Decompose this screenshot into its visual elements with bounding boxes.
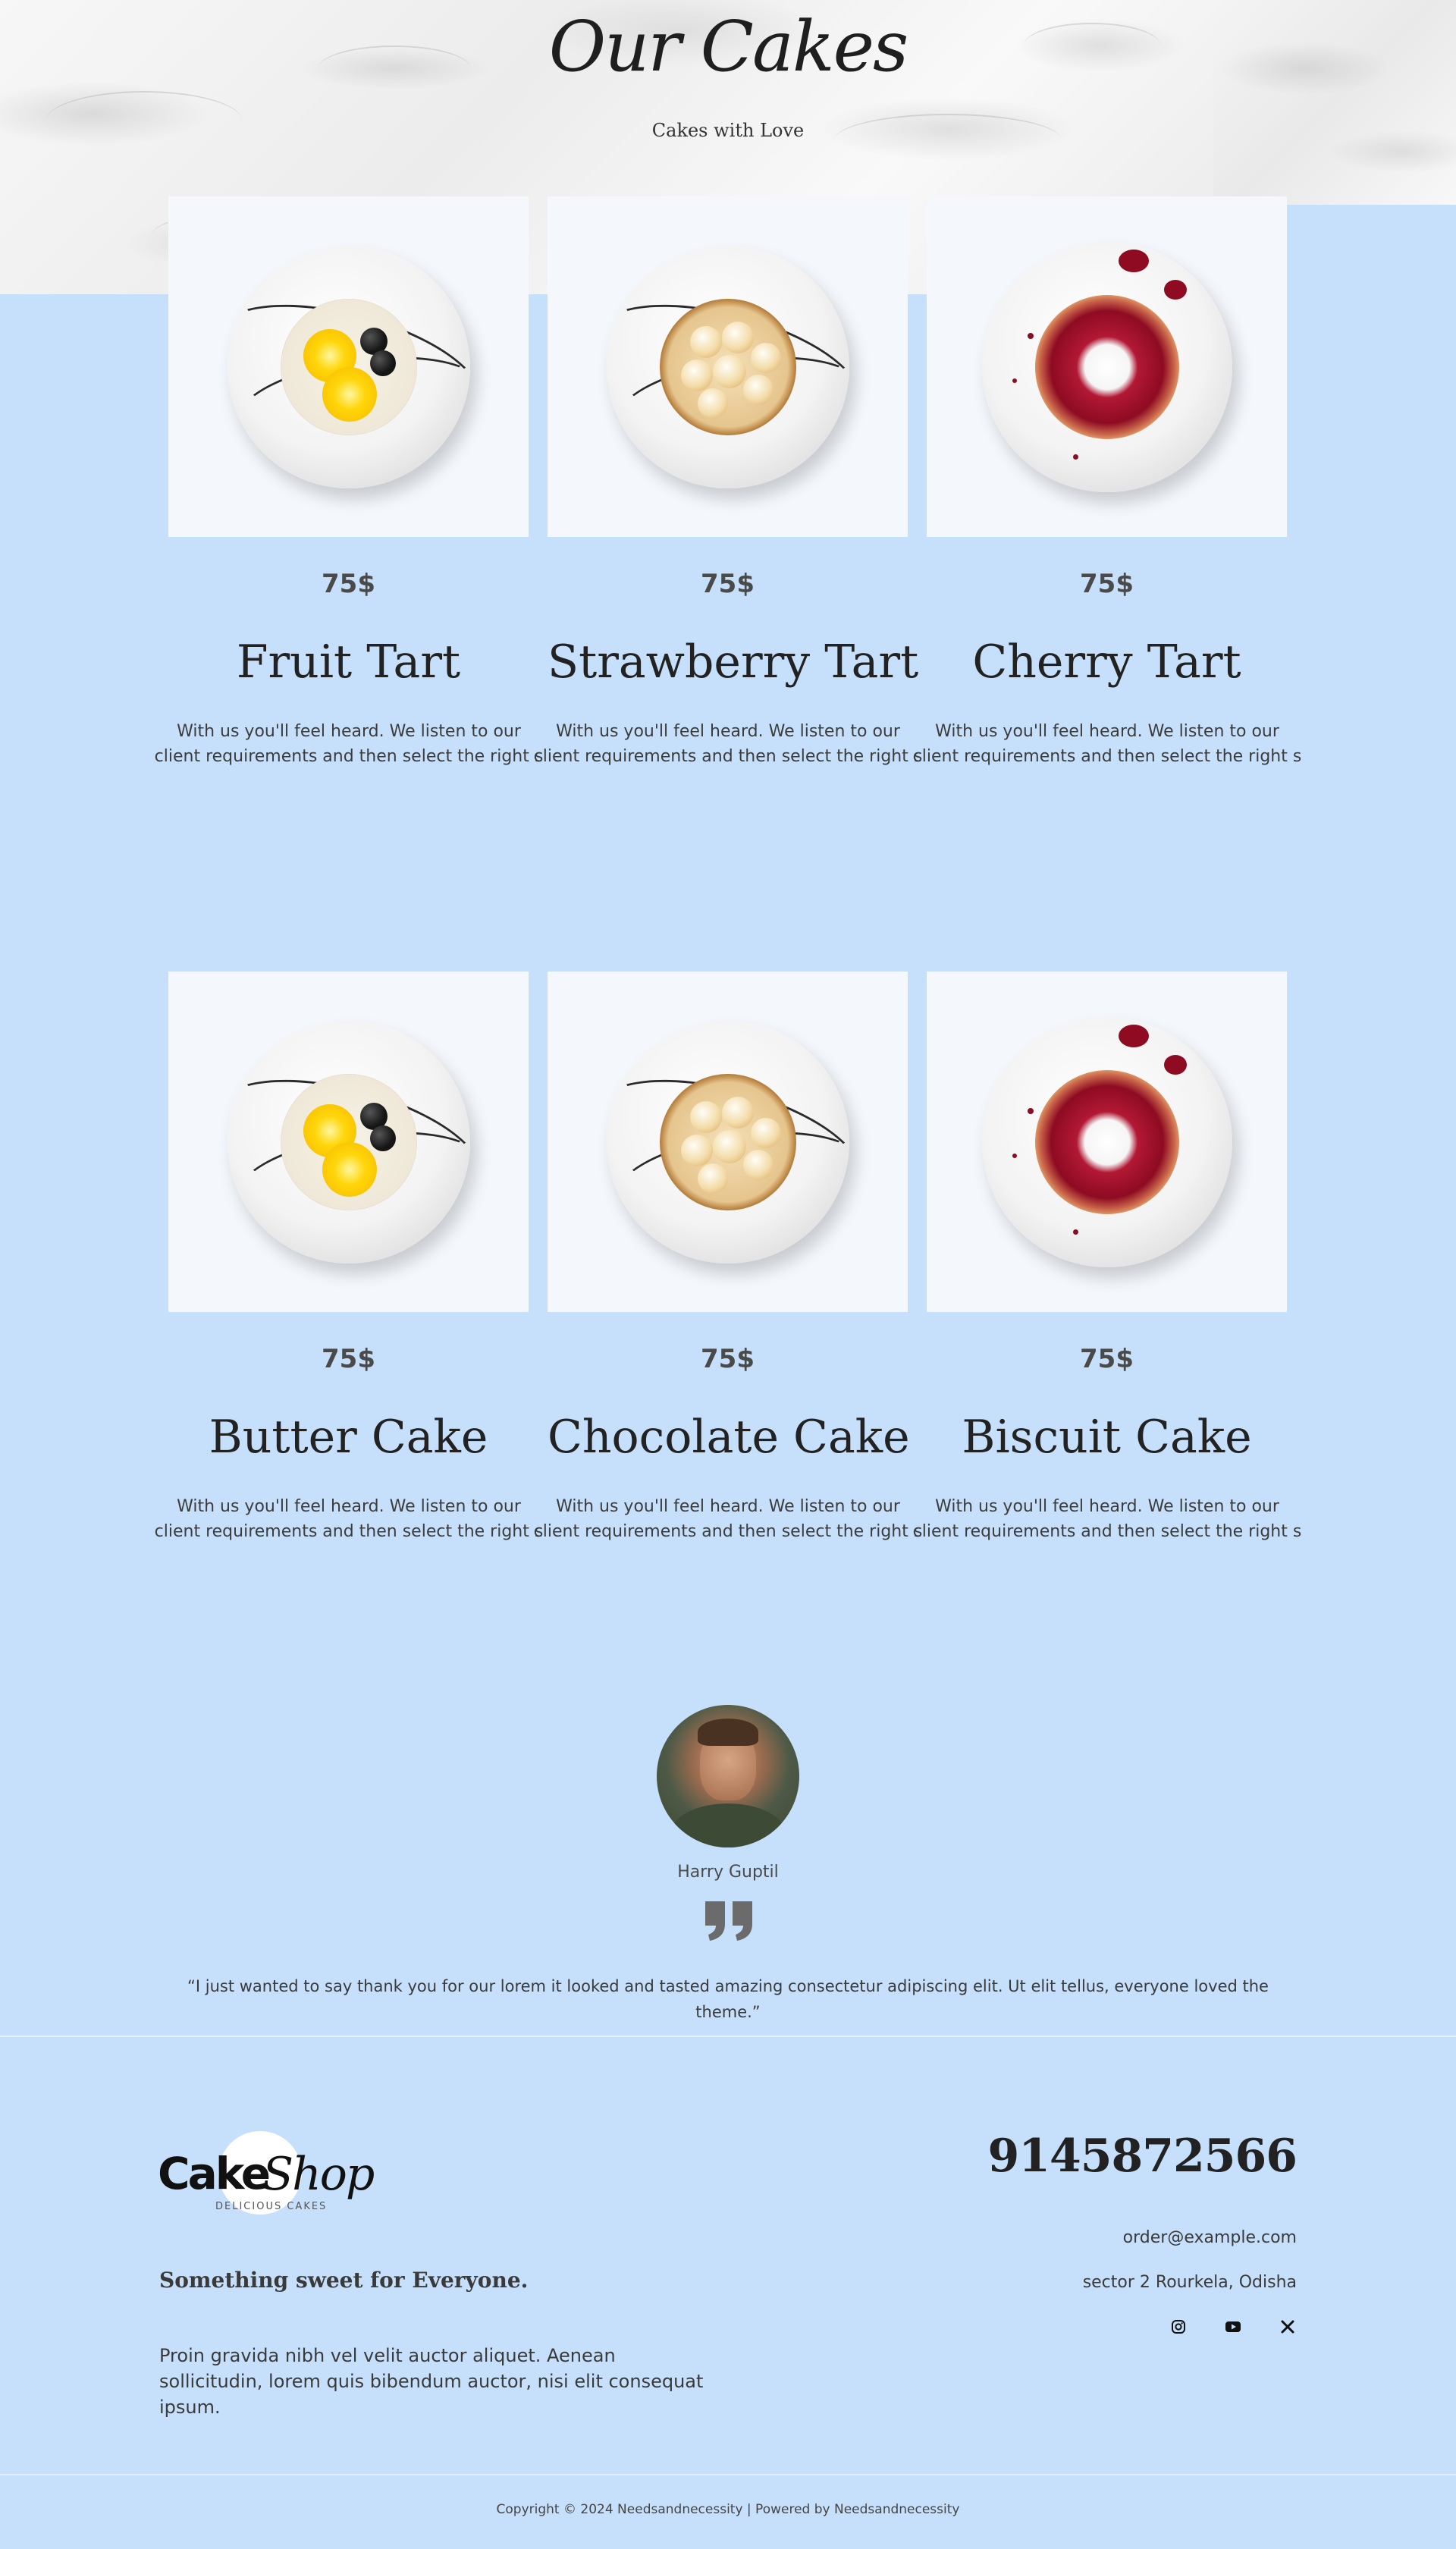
- product-card[interactable]: 75$ Biscuit Cake With us you'll feel hea…: [913, 972, 1301, 1544]
- copyright-divider: [0, 2474, 1456, 2475]
- product-name[interactable]: Cherry Tart: [927, 636, 1287, 689]
- product-price: 75$: [1080, 1344, 1134, 1374]
- product-price: 75$: [1080, 569, 1134, 599]
- product-name[interactable]: Fruit Tart: [168, 636, 529, 689]
- product-description: With us you'll feel heard. We listen to …: [912, 1497, 1302, 1541]
- product-description: With us you'll feel heard. We listen to …: [154, 1497, 544, 1541]
- product-card[interactable]: 75$ Fruit Tart With us you'll feel heard…: [155, 196, 543, 769]
- fruit-tart-image[interactable]: [168, 196, 529, 537]
- testimonial-quote: “I just wanted to say thank you for our …: [187, 1977, 1269, 2021]
- product-description: With us you'll feel heard. We listen to …: [533, 722, 923, 766]
- footer-description: Proin gravida nibh vel velit auctor aliq…: [159, 2345, 704, 2418]
- product-price: 75$: [701, 569, 755, 599]
- x-icon[interactable]: [1279, 2318, 1297, 2336]
- meringue-tart-image[interactable]: [548, 972, 908, 1312]
- youtube-icon[interactable]: [1224, 2318, 1242, 2336]
- product-description: With us you'll feel heard. We listen to …: [912, 722, 1302, 766]
- product-card[interactable]: 75$ Chocolate Cake With us you'll feel h…: [534, 972, 922, 1544]
- product-price: 75$: [701, 1344, 755, 1374]
- product-description: With us you'll feel heard. We listen to …: [154, 722, 544, 766]
- quote-icon: [705, 1901, 752, 1941]
- product-name[interactable]: Chocolate Cake: [548, 1411, 910, 1464]
- product-card[interactable]: 75$ Cherry Tart With us you'll feel hear…: [913, 196, 1301, 769]
- meringue-tart-image[interactable]: [548, 196, 908, 537]
- instagram-icon[interactable]: [1169, 2318, 1188, 2336]
- cakeshop-logo[interactable]: Cake Shop DELICIOUS CAKES: [158, 2128, 385, 2219]
- product-card[interactable]: 75$ Butter Cake With us you'll feel hear…: [155, 972, 543, 1544]
- testimonial-name: Harry Guptil: [677, 1863, 779, 1882]
- footer-email[interactable]: order@example.com: [1123, 2228, 1297, 2247]
- footer-divider: [0, 2036, 1456, 2037]
- testimonial-avatar: [657, 1705, 799, 1847]
- product-name[interactable]: Butter Cake: [168, 1411, 529, 1464]
- product-price: 75$: [322, 569, 375, 599]
- page-title: Our Cakes: [548, 6, 909, 87]
- footer-tagline: Something sweet for Everyone.: [159, 2268, 529, 2293]
- page-subtitle: Cakes with Love: [651, 120, 805, 141]
- product-name[interactable]: Biscuit Cake: [927, 1411, 1287, 1464]
- footer-phone[interactable]: 9145872566: [988, 2130, 1298, 2183]
- copyright-text: Copyright © 2024 Needsandnecessity | Pow…: [496, 2502, 960, 2517]
- cherry-tart-image[interactable]: [927, 972, 1287, 1312]
- product-price: 75$: [322, 1344, 375, 1374]
- product-name[interactable]: Strawberry Tart: [548, 636, 918, 689]
- product-card[interactable]: 75$ Strawberry Tart With us you'll feel …: [534, 196, 922, 769]
- footer-address: sector 2 Rourkela, Odisha: [1082, 2273, 1297, 2292]
- cherry-tart-image[interactable]: [927, 196, 1287, 537]
- product-description: With us you'll feel heard. We listen to …: [533, 1497, 923, 1541]
- fruit-tart-image[interactable]: [168, 972, 529, 1312]
